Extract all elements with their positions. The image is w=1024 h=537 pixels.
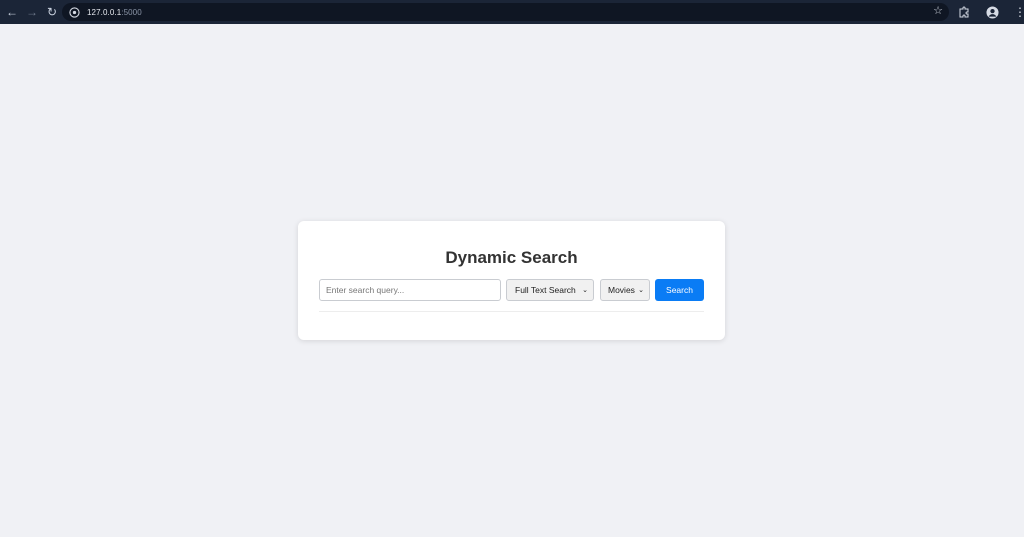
search-card: Dynamic Search Full Text Search ⌄ Movies… <box>298 221 725 340</box>
search-button[interactable]: Search <box>655 279 704 301</box>
back-button[interactable]: ← <box>3 3 21 21</box>
forward-button[interactable]: → <box>23 3 41 21</box>
search-type-selected-value: Full Text Search <box>515 285 576 295</box>
url-text: 127.0.0.1:5000 <box>87 8 142 17</box>
kebab-menu-icon[interactable]: ⋮ <box>1011 3 1024 21</box>
browser-toolbar: ← → ↻ 127.0.0.1:5000 ☆ ⋮ <box>0 0 1024 24</box>
chevron-down-icon: ⌄ <box>582 287 588 294</box>
chevron-down-icon: ⌄ <box>638 287 644 294</box>
arrow-left-icon: ← <box>6 5 18 19</box>
extensions-icon[interactable] <box>955 3 973 21</box>
address-bar[interactable]: 127.0.0.1:5000 ☆ <box>62 3 949 21</box>
reload-icon: ↻ <box>46 5 58 19</box>
search-type-select[interactable]: Full Text Search ⌄ <box>506 279 594 301</box>
profile-avatar-icon[interactable] <box>983 3 1001 21</box>
url-host: 127.0.0.1 <box>87 7 122 17</box>
site-info-icon[interactable] <box>68 6 80 18</box>
reload-button[interactable]: ↻ <box>43 3 61 21</box>
category-selected-value: Movies <box>608 285 635 295</box>
bookmark-star-icon[interactable]: ☆ <box>933 4 943 17</box>
arrow-right-icon: → <box>26 5 38 19</box>
results-divider <box>319 311 704 312</box>
page-title: Dynamic Search <box>445 248 578 267</box>
url-port: :5000 <box>121 7 142 17</box>
category-select[interactable]: Movies ⌄ <box>600 279 650 301</box>
search-input[interactable] <box>319 279 501 301</box>
